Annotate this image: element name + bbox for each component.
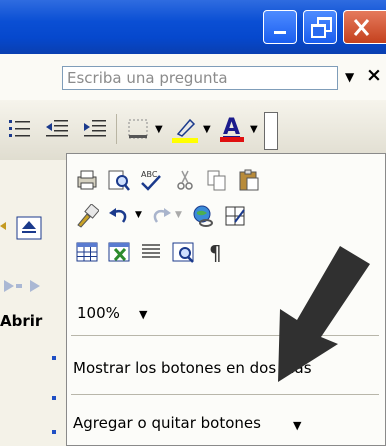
annotation-arrow: [278, 246, 370, 382]
